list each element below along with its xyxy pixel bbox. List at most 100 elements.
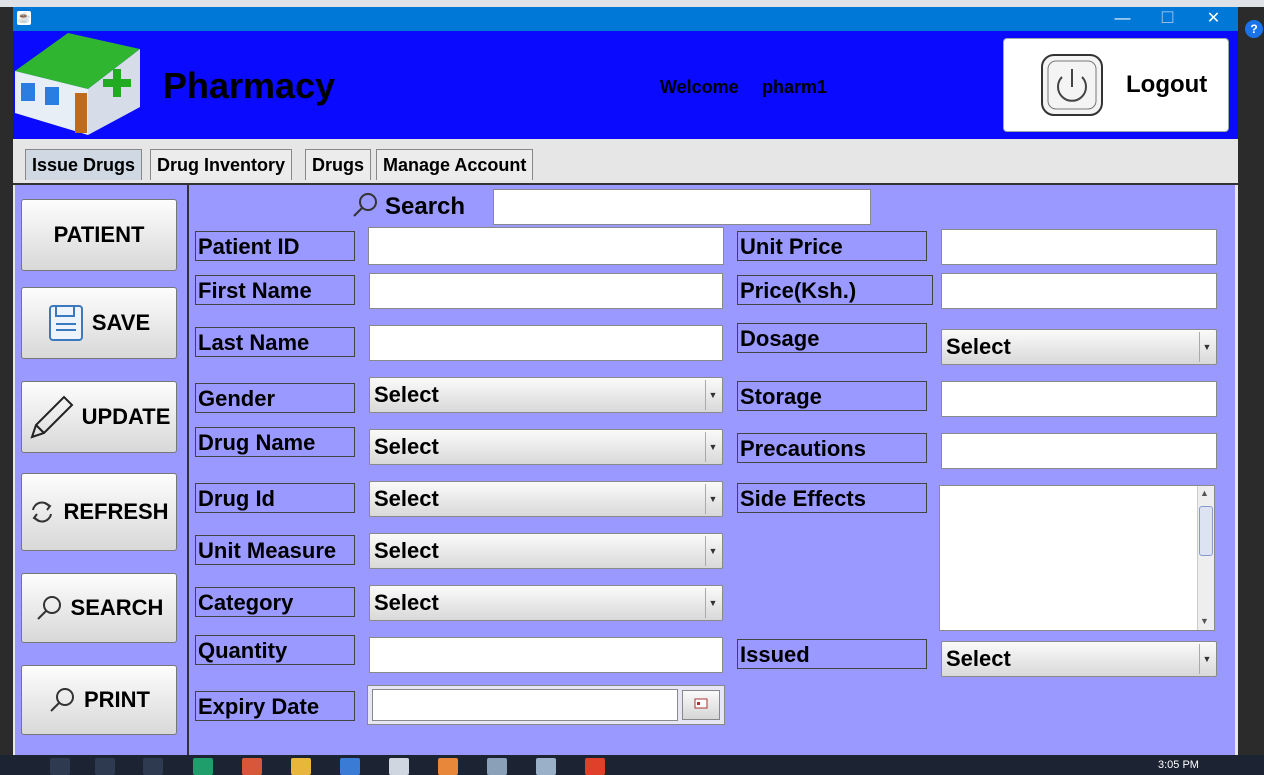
- edge-browser-icon[interactable]: [193, 758, 213, 775]
- update-button-label: UPDATE: [81, 404, 171, 429]
- refresh-button[interactable]: REFRESH: [21, 473, 177, 551]
- dosage-selected-value: Select: [946, 334, 1011, 359]
- gender-label: Gender: [195, 383, 355, 413]
- last-name-input[interactable]: [369, 325, 723, 361]
- chevron-down-icon: ▼: [705, 432, 720, 462]
- app-icon[interactable]: [438, 758, 458, 775]
- app-header: Pharmacy Welcome pharm1 Logout: [13, 31, 1238, 139]
- welcome-label: Welcome: [660, 77, 739, 97]
- file-explorer-icon[interactable]: [291, 758, 311, 775]
- side-effects-textarea[interactable]: ▲ ▼: [939, 485, 1215, 631]
- search-icon: [50, 688, 74, 712]
- app-icon[interactable]: [536, 758, 556, 775]
- unit-measure-selected-value: Select: [374, 538, 439, 563]
- search-button-label: SEARCH: [70, 595, 164, 620]
- side-effects-scrollbar[interactable]: ▲ ▼: [1197, 486, 1214, 630]
- power-icon: [1041, 54, 1103, 116]
- cortana-icon[interactable]: [95, 758, 115, 775]
- drug-id-selected-value: Select: [374, 486, 439, 511]
- storage-input[interactable]: [941, 381, 1217, 417]
- refresh-button-label: REFRESH: [63, 499, 169, 524]
- chevron-down-icon: ▼: [705, 536, 720, 566]
- save-button-label: SAVE: [91, 310, 151, 335]
- background-window-titlebar: [0, 0, 1264, 7]
- patient-button-label: PATIENT: [53, 222, 145, 247]
- category-label: Category: [195, 587, 355, 617]
- search-label: Search: [385, 193, 466, 220]
- help-icon[interactable]: ?: [1245, 20, 1263, 38]
- storage-label: Storage: [737, 381, 927, 411]
- patient-id-input[interactable]: [368, 227, 724, 265]
- mail-icon[interactable]: [389, 758, 409, 775]
- refresh-icon: [32, 501, 53, 523]
- calendar-icon: [694, 698, 708, 709]
- search-icon: [36, 596, 61, 620]
- floppy-disk-icon: [48, 305, 83, 341]
- patient-button[interactable]: PATIENT: [21, 199, 177, 271]
- window-titlebar[interactable]: ☕ — ☐ ✕: [13, 7, 1238, 31]
- background-desktop-right: [1238, 7, 1264, 755]
- search-icon[interactable]: [50, 758, 70, 775]
- tab-drugs[interactable]: Drugs: [305, 149, 372, 180]
- logout-label: Logout: [1126, 71, 1208, 98]
- precautions-input[interactable]: [941, 433, 1217, 469]
- issued-select[interactable]: Select ▼: [941, 641, 1217, 677]
- category-select[interactable]: Select ▼: [369, 585, 723, 621]
- tab-manage-account[interactable]: Manage Account: [376, 149, 534, 180]
- close-button[interactable]: ✕: [1191, 7, 1236, 31]
- drug-name-selected-value: Select: [374, 434, 439, 459]
- pharmacy-window: ☕ — ☐ ✕ Pharmacy Welcome pharm1 Logout I…: [13, 7, 1238, 755]
- gender-selected-value: Select: [374, 382, 439, 407]
- search-input[interactable]: [493, 189, 871, 225]
- gender-select[interactable]: Select ▼: [369, 377, 723, 413]
- print-button[interactable]: PRINT: [21, 665, 177, 735]
- quantity-input[interactable]: [369, 637, 723, 673]
- logout-button[interactable]: Logout: [1003, 38, 1229, 132]
- task-view-icon[interactable]: [143, 758, 163, 775]
- expiry-date-label: Expiry Date: [195, 691, 355, 721]
- calendar-button[interactable]: [682, 690, 720, 720]
- app-icon[interactable]: [487, 758, 507, 775]
- action-sidebar: PATIENT SAVE UPDATE REFRESH SEARCH PRINT: [15, 185, 189, 755]
- chevron-down-icon: ▼: [705, 484, 720, 514]
- unit-price-label: Unit Price: [737, 231, 927, 261]
- pencil-icon: [29, 395, 73, 439]
- tab-drug-inventory[interactable]: Drug Inventory: [150, 149, 293, 180]
- save-button[interactable]: SAVE: [21, 287, 177, 359]
- unit-price-input[interactable]: [941, 229, 1217, 265]
- drug-id-select[interactable]: Select ▼: [369, 481, 723, 517]
- print-button-label: PRINT: [84, 687, 150, 712]
- maximize-button[interactable]: ☐: [1145, 7, 1190, 31]
- patient-id-label: Patient ID: [195, 231, 355, 261]
- tab-issue-drugs[interactable]: Issue Drugs: [25, 149, 143, 180]
- pharmacy-logo-icon: [15, 33, 140, 135]
- update-button[interactable]: UPDATE: [21, 381, 177, 453]
- search-button[interactable]: SEARCH: [21, 573, 177, 643]
- username-label: pharm1: [762, 77, 828, 97]
- chevron-down-icon: ▼: [705, 380, 720, 410]
- scroll-down-arrow-icon[interactable]: ▼: [1200, 616, 1209, 626]
- chevron-down-icon: ▼: [1199, 332, 1214, 362]
- drug-name-select[interactable]: Select ▼: [369, 429, 723, 465]
- price-input[interactable]: [941, 273, 1217, 309]
- unit-measure-select[interactable]: Select ▼: [369, 533, 723, 569]
- drug-id-label: Drug Id: [195, 483, 355, 513]
- search-icon: [353, 193, 377, 217]
- first-name-input[interactable]: [369, 273, 723, 309]
- expiry-date-input[interactable]: [372, 689, 678, 721]
- dosage-select[interactable]: Select ▼: [941, 329, 1217, 365]
- quantity-label: Quantity: [195, 635, 355, 665]
- scrollbar-thumb[interactable]: [1199, 506, 1213, 556]
- issued-selected-value: Select: [946, 646, 1011, 671]
- minimize-button[interactable]: —: [1100, 7, 1145, 31]
- category-selected-value: Select: [374, 590, 439, 615]
- issue-drugs-panel: PATIENT SAVE UPDATE REFRESH SEARCH PRINT…: [15, 185, 1235, 755]
- scroll-up-arrow-icon[interactable]: ▲: [1200, 488, 1209, 498]
- side-effects-label: Side Effects: [737, 483, 927, 513]
- drug-name-label: Drug Name: [195, 427, 355, 457]
- app-icon[interactable]: [242, 758, 262, 775]
- background-desktop-left: [0, 7, 13, 755]
- java-taskbar-icon[interactable]: [585, 758, 605, 775]
- store-icon[interactable]: [340, 758, 360, 775]
- issued-label: Issued: [737, 639, 927, 669]
